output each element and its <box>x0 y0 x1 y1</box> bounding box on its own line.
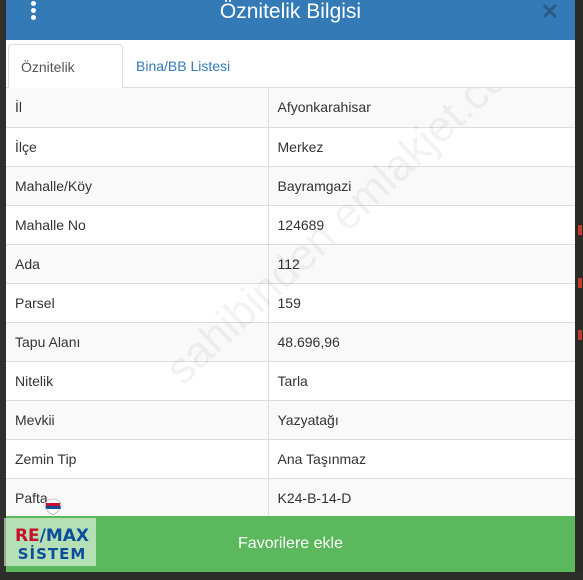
table-row: Ada 112 <box>6 243 575 283</box>
table-row: Tapu Alanı 48.696,96 <box>6 321 575 361</box>
attribute-value: Ana Taşınmaz <box>267 438 575 478</box>
attribute-name: Mahalle No <box>6 204 268 244</box>
map-background-right <box>575 0 583 580</box>
attribute-table: İl Afyonkarahisar İlçe Merkez Mahalle/Köy Bay… <box>6 88 575 516</box>
attribute-value: Tarla <box>267 360 575 400</box>
tab-building-list[interactable]: Bina/BB Listesi <box>124 44 242 89</box>
attribute-name: İl <box>6 88 268 127</box>
attribute-value: K24-B-14-D <box>267 477 575 516</box>
attribute-value: Afyonkarahisar <box>267 88 575 127</box>
attribute-name: Mahalle/Köy <box>6 165 268 205</box>
table-row: İl Afyonkarahisar <box>6 88 575 127</box>
close-icon[interactable]: ✕ <box>541 1 559 23</box>
table-row: Zemin Tip Ana Taşınmaz <box>6 438 575 478</box>
tab-attribute-info[interactable]: Öznitelik Bilgisi <box>8 44 123 119</box>
balloon-icon <box>44 498 62 516</box>
tab-bar: Öznitelik Bilgisi Bina/BB Listesi <box>6 40 575 119</box>
attribute-value: 48.696,96 <box>267 321 575 361</box>
table-row: Nitelik Tarla <box>6 360 575 400</box>
attribute-name: Nitelik <box>6 360 268 400</box>
attribute-info-modal: Öznitelik Bilgisi ✕ Öznitelik Bilgisi Bi… <box>6 0 575 572</box>
modal-title: Öznitelik Bilgisi <box>219 0 362 23</box>
remax-sistem-logo: RE/MAX SİSTEM <box>4 496 99 566</box>
attribute-name: Zemin Tip <box>6 438 268 478</box>
attribute-value: 159 <box>267 282 575 322</box>
logo-remax-text: RE/MAX <box>7 526 97 546</box>
map-background-bottom <box>0 572 583 580</box>
logo-sistem-text: SİSTEM <box>17 545 87 563</box>
table-row: İlçe Merkez <box>6 126 575 166</box>
attribute-name: Parsel <box>6 282 268 322</box>
logo-re: RE <box>14 526 40 546</box>
attribute-name: Tapu Alanı <box>6 321 268 361</box>
table-row: Parsel 159 <box>6 282 575 322</box>
table-row: Mevkii Yazyatağı <box>6 399 575 439</box>
modal-header: Öznitelik Bilgisi ✕ <box>6 0 575 40</box>
table-row: Mahalle No 124689 <box>6 204 575 244</box>
attribute-value: Merkez <box>267 126 575 166</box>
table-row: Mahalle/Köy Bayramgazi <box>6 165 575 205</box>
logo-max: MAX <box>45 526 90 546</box>
attribute-table-container[interactable]: İl Afyonkarahisar İlçe Merkez Mahalle/Köy Bay… <box>6 88 575 516</box>
attribute-value: 112 <box>267 243 575 283</box>
attribute-value: Yazyatağı <box>267 399 575 439</box>
attribute-value: 124689 <box>267 204 575 244</box>
attribute-name: Ada <box>6 243 268 283</box>
attribute-name: Mevkii <box>6 399 268 439</box>
attribute-name: İlçe <box>6 126 268 166</box>
attribute-value: Bayramgazi <box>267 165 575 205</box>
